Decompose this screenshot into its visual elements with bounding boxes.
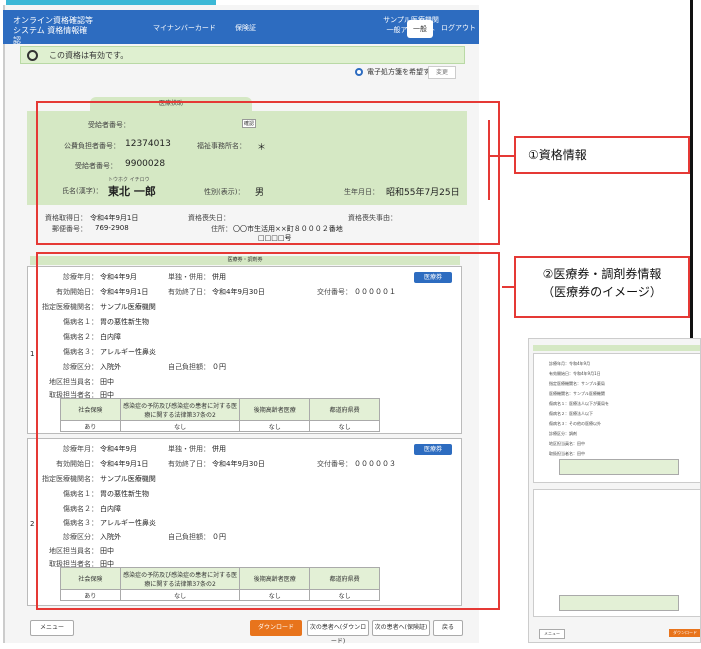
eprescription-label: 電子処方箋を希望する bbox=[367, 68, 437, 76]
app-header: オンライン資格確認等システム 資格情報確認 マイナンバーカード 保険証 サンプル… bbox=[3, 10, 479, 45]
tab-mynumber[interactable]: マイナンバーカード bbox=[153, 23, 216, 33]
status-banner: この資格は有効です。 bbox=[20, 46, 465, 64]
change-button[interactable]: 変更 bbox=[428, 66, 456, 79]
thumb-line: 有効開始日：令和4年9月1日 bbox=[549, 371, 601, 376]
back-button[interactable]: 戻る bbox=[433, 620, 463, 636]
thumb-download-button: ダウンロード bbox=[669, 629, 700, 637]
system-title: オンライン資格確認等システム 資格情報確認 bbox=[13, 16, 93, 45]
thumb-line: 診療年月：令和4年9月 bbox=[549, 361, 591, 366]
annotation-medical: ②医療券・調剤券情報 （医療券のイメージ） bbox=[514, 256, 690, 318]
logout-link[interactable]: ログアウト bbox=[441, 23, 476, 33]
mode-badge[interactable]: 一般 bbox=[407, 20, 433, 38]
medical-highlight bbox=[36, 252, 500, 610]
thumb-header bbox=[533, 345, 700, 351]
thumb-line: 傷病名２：医療法人以下 bbox=[549, 411, 593, 416]
thumb-menu-button: メニュー bbox=[539, 629, 565, 639]
qualification-highlight bbox=[36, 101, 500, 245]
annotation-line: （医療券のイメージ） bbox=[542, 285, 662, 299]
thumb-line: 指定医療機関名：サンプル薬局 bbox=[549, 381, 605, 386]
thumb-line: 傷病名１：医療法人以下が薬局を bbox=[549, 401, 609, 406]
download-button[interactable]: ダウンロード bbox=[250, 620, 302, 636]
connector-line bbox=[490, 155, 516, 157]
thumb-line: 取扱担当者名：田中 bbox=[549, 451, 585, 456]
next-patient-download-button[interactable]: 次の患者へ(ダウンロード) bbox=[307, 620, 369, 645]
status-message: この資格は有効です。 bbox=[49, 51, 129, 60]
preview-thumbnail: 診療年月：令和4年9月 有効開始日：令和4年9月1日 指定医療機関名：サンプル薬… bbox=[528, 338, 701, 643]
next-patient-insurance-button[interactable]: 次の患者へ(保険証) bbox=[372, 620, 430, 636]
thumb-table bbox=[559, 459, 679, 475]
annotation-line: ②医療券・調剤券情報 bbox=[542, 267, 662, 281]
thumb-line: 傷病名３：その他の医療以外 bbox=[549, 421, 601, 426]
menu-button[interactable]: メニュー bbox=[30, 620, 74, 636]
eprescription-radio[interactable] bbox=[355, 68, 363, 76]
annotation-qualification: ①資格情報 bbox=[514, 136, 690, 174]
circle-icon bbox=[27, 50, 38, 61]
thumb-line: 地区担当員名：田中 bbox=[549, 441, 585, 446]
record-index: 2 bbox=[30, 520, 35, 528]
record-index: 1 bbox=[30, 350, 35, 358]
thumb-line: 診療区分：調剤 bbox=[549, 431, 577, 436]
thumb-table bbox=[559, 595, 679, 611]
thumb-line: 医療機関名：サンプル医療機関 bbox=[549, 391, 605, 396]
connector-line bbox=[488, 120, 490, 200]
tab-insurance[interactable]: 保険証 bbox=[235, 23, 256, 33]
